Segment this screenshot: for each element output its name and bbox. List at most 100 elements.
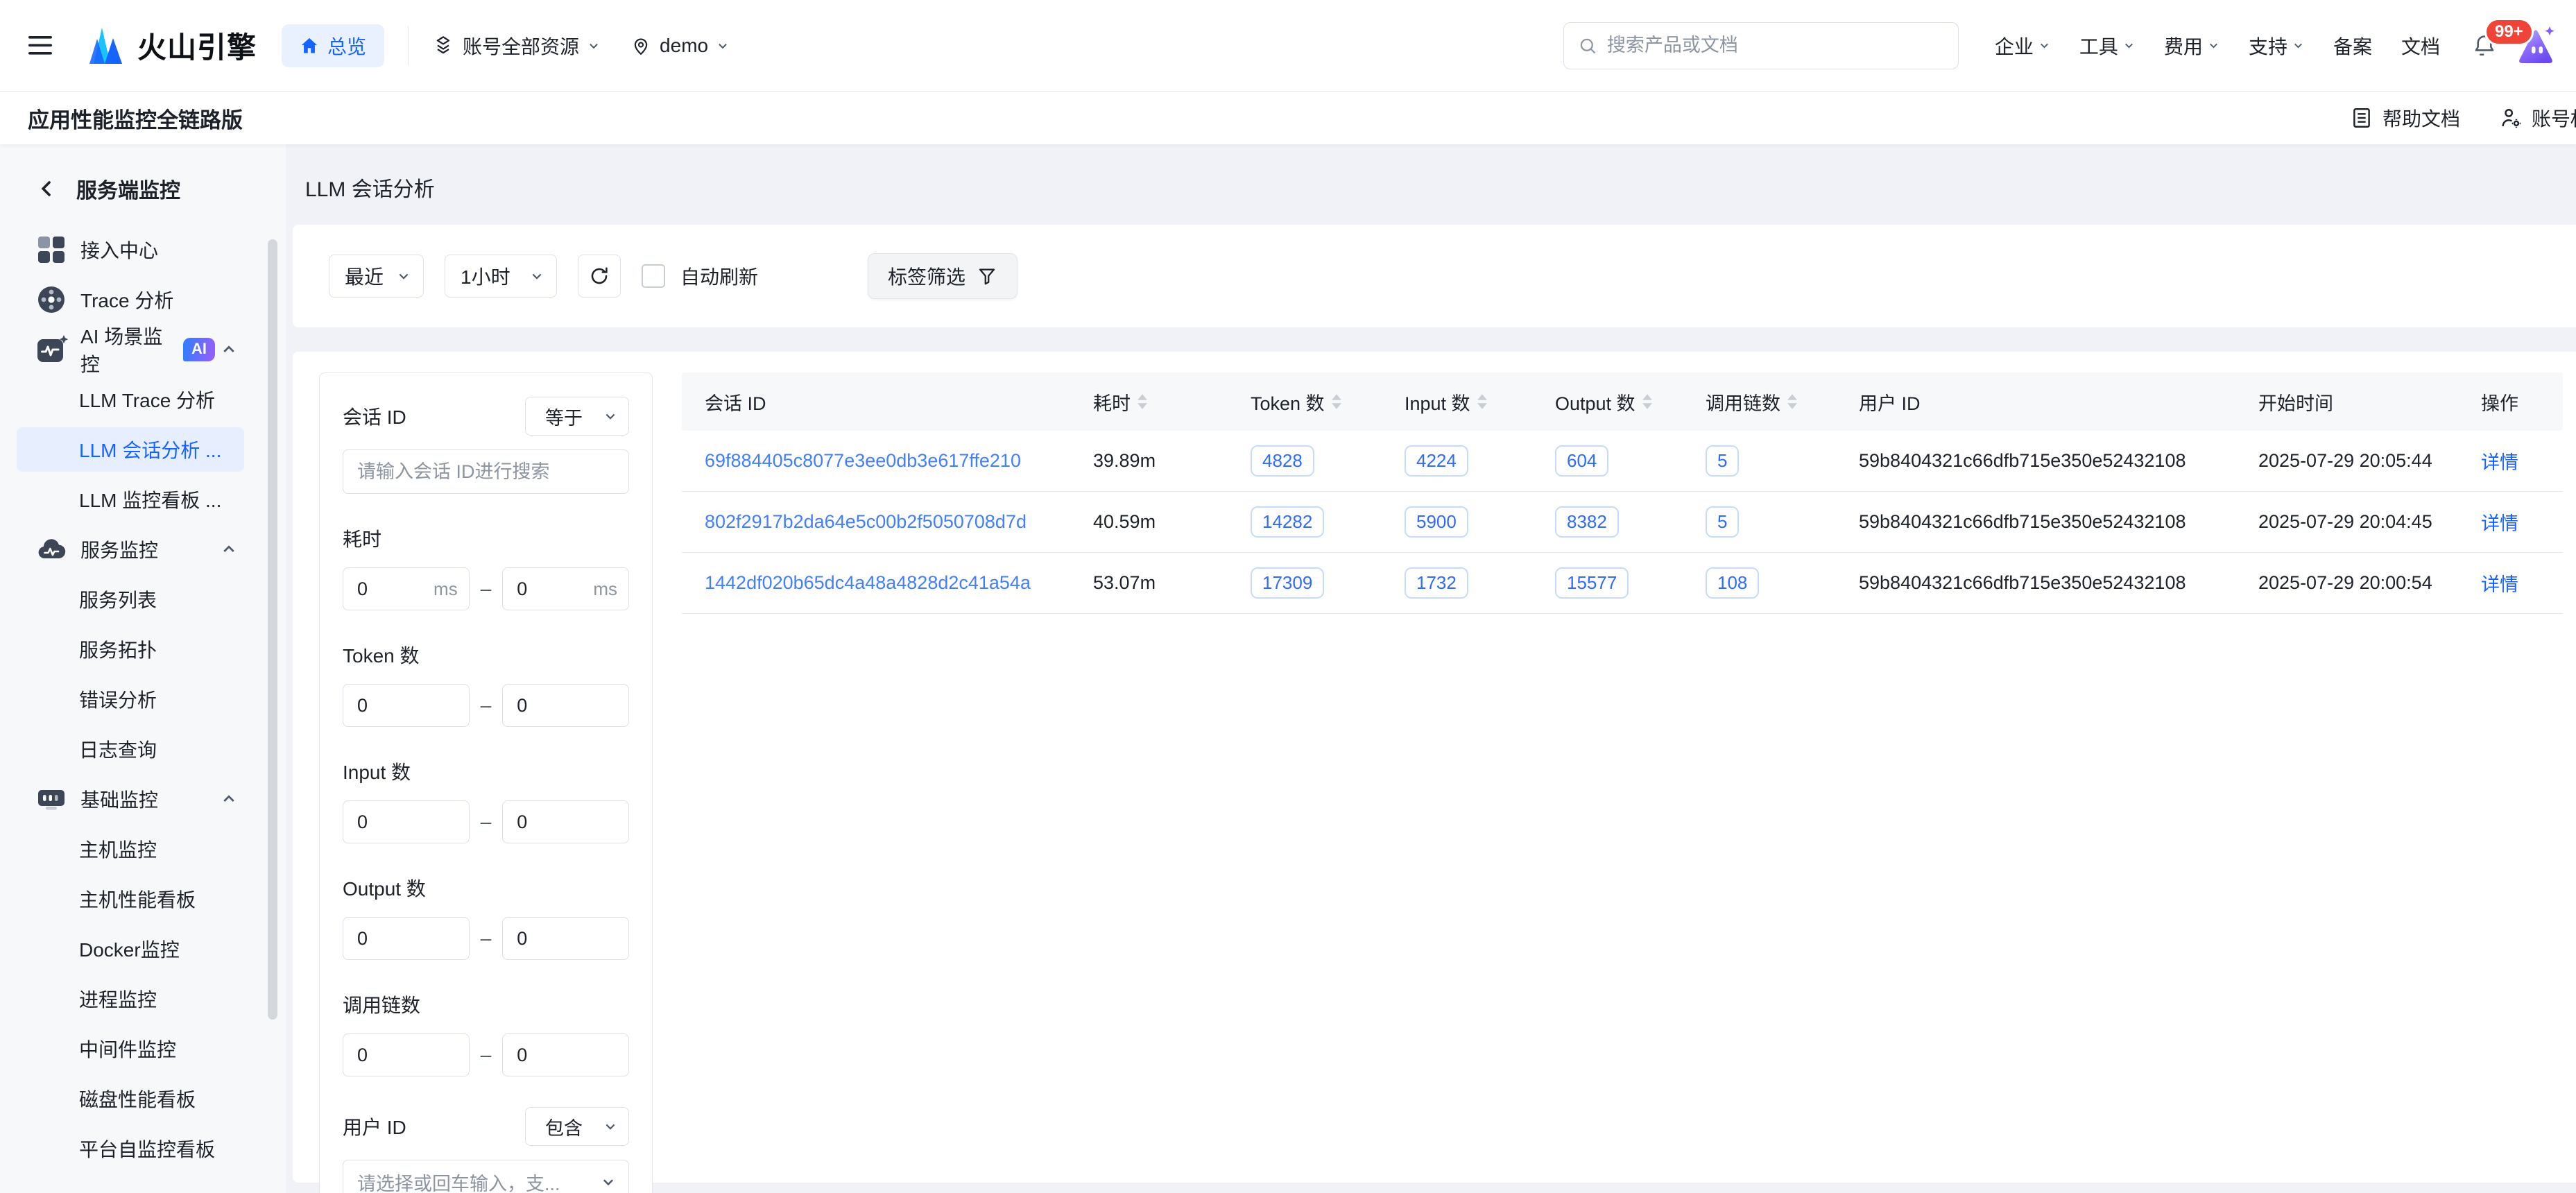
- cell-output_count: 15577: [1544, 567, 1694, 599]
- input-min-input[interactable]: 0: [343, 800, 470, 843]
- sidebar-item-llmtrace分析[interactable]: LLM Trace 分析: [17, 377, 244, 422]
- navbar-link-企业[interactable]: 企业: [1995, 32, 2050, 60]
- cell-session_id: 69f884405c8077e3ee0db3e617ffe210: [682, 450, 1082, 472]
- column-header-action: 操作: [2470, 388, 2563, 415]
- sidebar: 服务端监控 接入中心 Trace 分析 AI 场景监控AI LLM Trace 分析 L…: [0, 144, 286, 1193]
- tag-filter-button[interactable]: 标签筛选: [868, 253, 1017, 299]
- global-search[interactable]: [1563, 22, 1959, 69]
- session-id-operator-select[interactable]: 等于: [525, 397, 629, 436]
- sidebar-item-服务监控[interactable]: 服务监控: [17, 527, 244, 572]
- resource-selector[interactable]: 账号全部资源: [432, 32, 600, 60]
- user-id-operator-select[interactable]: 包含: [525, 1107, 629, 1146]
- trace-icon: [36, 284, 67, 315]
- session-id-link[interactable]: 69f884405c8077e3ee0db3e617ffe210: [705, 450, 1021, 471]
- sidebar-item-平台自监控看板[interactable]: 平台自监控看板: [17, 1126, 244, 1171]
- sidebar-item-日志查询[interactable]: 日志查询: [17, 727, 244, 771]
- region-selector[interactable]: demo: [630, 35, 729, 57]
- session-id-link[interactable]: 1442df020b65dc4a48a4828d2c41a54a: [705, 572, 1031, 593]
- tag-filter-label: 标签筛选: [888, 262, 965, 290]
- sidebar-item-ai场景监控[interactable]: AI 场景监控AI: [17, 327, 244, 372]
- column-header-trace_count[interactable]: 调用链数: [1694, 388, 1848, 415]
- cell-duration: 53.07m: [1082, 572, 1239, 594]
- column-header-input_count[interactable]: Input 数: [1393, 388, 1544, 415]
- chevron-down-icon: [2208, 40, 2219, 51]
- sidebar-item-服务列表[interactable]: 服务列表: [17, 577, 244, 621]
- output-max-input[interactable]: 0: [502, 917, 629, 960]
- trace-max-input[interactable]: 0: [502, 1033, 629, 1076]
- volcengine-logo[interactable]: 火山引擎: [87, 24, 257, 67]
- navbar-link-支持[interactable]: 支持: [2249, 32, 2304, 60]
- sidebar-scrollbar[interactable]: [268, 239, 277, 1020]
- column-header-session_id: 会话 ID: [682, 388, 1082, 415]
- user-id-combo-input[interactable]: 请选择或回车输入，支...: [343, 1160, 629, 1193]
- chevron-down-icon: [397, 269, 411, 283]
- sidebar-item-服务拓扑[interactable]: 服务拓扑: [17, 627, 244, 671]
- sidebar-item-中间件监控[interactable]: 中间件监控: [17, 1027, 244, 1071]
- detail-link[interactable]: 详情: [2481, 513, 2518, 534]
- cell-action: 详情: [2470, 569, 2563, 596]
- token-min-input[interactable]: 0: [343, 684, 470, 727]
- hamburger-menu-icon[interactable]: [21, 26, 60, 65]
- navbar-link-工具[interactable]: 工具: [2079, 32, 2135, 60]
- navbar-link-费用[interactable]: 费用: [2164, 32, 2219, 60]
- token-max-input[interactable]: 0: [502, 684, 629, 727]
- sort-icon[interactable]: [1787, 394, 1797, 409]
- sort-icon[interactable]: [1137, 394, 1147, 409]
- cell-start_time: 2025-07-29 20:05:44: [2247, 450, 2470, 472]
- search-input[interactable]: [1607, 35, 1944, 56]
- detail-link[interactable]: 详情: [2481, 452, 2518, 473]
- duration-min-input[interactable]: 0 ms: [343, 567, 470, 610]
- cell-session_id: 1442df020b65dc4a48a4828d2c41a54a: [682, 572, 1082, 594]
- sidebar-item-docker监控[interactable]: Docker监控: [17, 927, 244, 971]
- column-header-duration[interactable]: 耗时: [1082, 388, 1239, 415]
- sort-icon[interactable]: [1332, 394, 1341, 409]
- help-doc-label: 帮助文档: [2382, 104, 2460, 132]
- output-filter-label: Output 数: [343, 874, 629, 902]
- navbar-link-备案[interactable]: 备案: [2333, 32, 2372, 60]
- sidebar-item-磁盘性能看板[interactable]: 磁盘性能看板: [17, 1076, 244, 1121]
- overview-button[interactable]: 总览: [282, 24, 384, 67]
- chevron-up-icon[interactable]: [221, 541, 237, 558]
- help-doc-button[interactable]: 帮助文档: [2350, 104, 2460, 132]
- sidebar-item-接入中心[interactable]: 接入中心: [17, 228, 244, 272]
- range-dash: –: [481, 694, 492, 716]
- sidebar-item-主机监控[interactable]: 主机监控: [17, 827, 244, 871]
- sidebar-item-label: 错误分析: [79, 685, 244, 713]
- sidebar-item-基础监控[interactable]: 基础监控: [17, 777, 244, 821]
- session-id-input[interactable]: [357, 461, 615, 483]
- chevron-up-icon[interactable]: [221, 341, 237, 358]
- navbar-link-文档[interactable]: 文档: [2401, 32, 2440, 60]
- trace-min-input[interactable]: 0: [343, 1033, 470, 1076]
- detail-link[interactable]: 详情: [2481, 574, 2518, 595]
- sidebar-item-错误分析[interactable]: 错误分析: [17, 677, 244, 721]
- sidebar-item-llm会话分析[interactable]: LLM 会话分析 ...: [17, 427, 244, 472]
- sidebar-item-label: AI 场景监控: [80, 322, 173, 377]
- sidebar-back[interactable]: 服务端监控: [0, 144, 286, 228]
- input-max-input[interactable]: 0: [502, 800, 629, 843]
- output-min-input[interactable]: 0: [343, 917, 470, 960]
- auto-refresh-checkbox[interactable]: [642, 264, 665, 288]
- chevron-up-icon[interactable]: [221, 791, 237, 807]
- cell-input_count: 1732: [1393, 567, 1544, 599]
- sort-icon[interactable]: [1642, 394, 1652, 409]
- time-mode-select[interactable]: 最近: [329, 255, 424, 298]
- column-header-output_count[interactable]: Output 数: [1544, 388, 1694, 415]
- sidebar-item-label: Trace 分析: [80, 286, 244, 314]
- product-header-actions: 帮助文档 账号权限: [2350, 92, 2576, 144]
- sort-icon[interactable]: [1477, 394, 1487, 409]
- notification-bell[interactable]: 99+: [2472, 33, 2497, 58]
- sidebar-item-label: 中间件监控: [79, 1035, 244, 1063]
- session-id-link[interactable]: 802f2917b2da64e5c00b2f5050708d7d: [705, 511, 1027, 532]
- duration-max-input[interactable]: 0 ms: [502, 567, 629, 610]
- column-header-token_count[interactable]: Token 数: [1239, 388, 1393, 415]
- token-count-badge: 14282: [1251, 506, 1324, 538]
- account-permission-button[interactable]: 账号权限: [2499, 104, 2576, 132]
- output-count-badge: 15577: [1555, 567, 1629, 599]
- sidebar-item-llm监控看板[interactable]: LLM 监控看板 ...: [17, 477, 244, 522]
- sidebar-item-trace分析[interactable]: Trace 分析: [17, 277, 244, 322]
- layers-icon: [432, 35, 454, 57]
- time-range-select[interactable]: 1小时: [445, 255, 557, 298]
- sidebar-item-进程监控[interactable]: 进程监控: [17, 977, 244, 1021]
- refresh-button[interactable]: [578, 255, 621, 298]
- sidebar-item-主机性能看板[interactable]: 主机性能看板: [17, 877, 244, 921]
